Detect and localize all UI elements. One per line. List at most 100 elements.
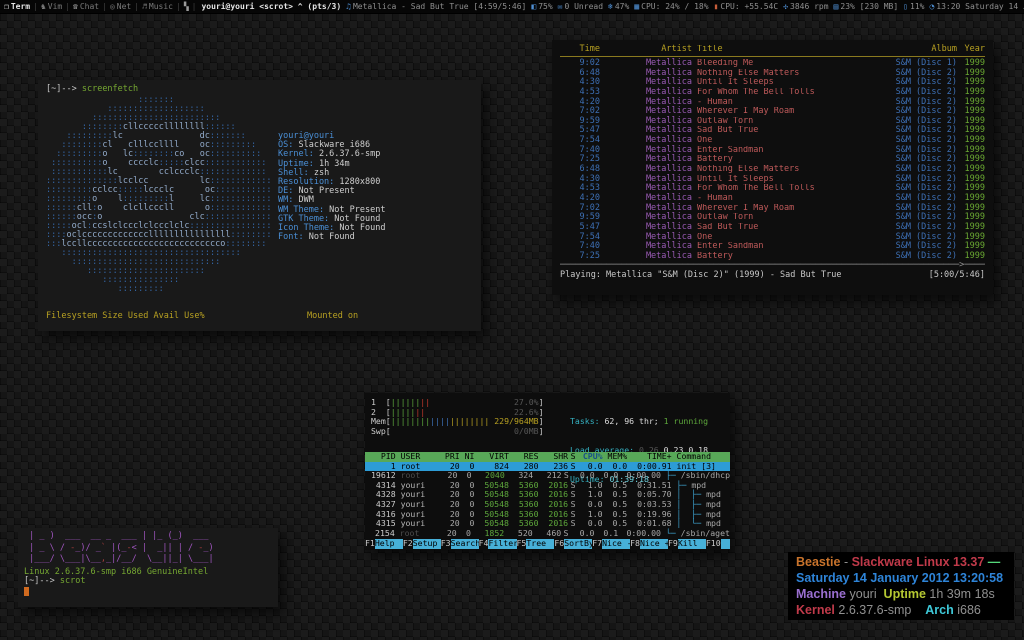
status-clock-text: 13:20 Saturday 14 January (936, 0, 1024, 14)
process-row[interactable]: 2154root2001852520460S0.00.10:00.00└─ /s… (365, 529, 730, 539)
beastie-ascii-art: | _ ) ___ __ _ ___ | |_ (_) ___ | _ \ / … (24, 531, 272, 566)
sidebar-tag-term[interactable]: ❐Term (4, 0, 30, 14)
status-bar: ♫Metallica - Sad But True [4:59/5:46] ◧75… (341, 0, 1024, 14)
status-volume: ◧75% (531, 0, 552, 14)
sidebar-tag-music[interactable]: ♬Music (142, 0, 173, 14)
col-year: Year (957, 45, 985, 55)
fkey-f3[interactable]: F3 (441, 539, 451, 549)
track-album: S&M (Disc 2) (896, 252, 957, 262)
fkey-f8[interactable]: F8 (630, 539, 640, 549)
track-year: 1999 (957, 252, 985, 262)
cursor-line (24, 587, 272, 599)
meter-value: 0/0MB (514, 426, 539, 436)
status-memory: ▤23% [230 MB] (834, 0, 899, 14)
track-title: - Human (692, 194, 896, 204)
fkey-f2-label[interactable]: Setup (413, 539, 441, 549)
track-title: Until It Sleeps (692, 78, 896, 88)
fkey-f5-label[interactable]: Tree (526, 539, 554, 549)
col-artist: Artist (600, 45, 692, 55)
track-title: For Whom The Bell Tolls (692, 184, 896, 194)
fkey-f7[interactable]: F7 (592, 539, 602, 549)
status-fan-text: 3846 rpm (790, 0, 829, 14)
proc-cpu: 0.0 (571, 529, 595, 539)
meter-bar: ||||| (391, 407, 416, 417)
fkey-f4[interactable]: F4 (479, 539, 489, 549)
sidebar-tag-net[interactable]: ◎Net (110, 0, 131, 14)
prompt-line: [~]--> screenfetch (46, 85, 473, 94)
chat-icon: ☎ (73, 2, 78, 11)
terminal-music-player[interactable]: Time Artist Title Album Year 9:02Metalli… (552, 40, 993, 295)
memory-icon: ▤ (834, 0, 839, 14)
status-now-playing-text: Metallica - Sad But True [4:59/5:46] (353, 0, 526, 14)
fkey-f10[interactable]: F10 (706, 539, 721, 549)
shell-prompt: [~]--> (24, 576, 55, 586)
track-title: Bleeding Me (692, 59, 896, 69)
status-memory-text: 23% [230 MB] (840, 0, 898, 14)
command-text: /sbin/aget (681, 528, 730, 538)
fkey-f9-label[interactable]: Kill (678, 539, 706, 549)
meter-bar: |||||||| (450, 416, 489, 426)
conky-kernel-line: Kernel 2.6.37.6-smp Arch i686 (796, 602, 1006, 618)
track-artist: Metallica (600, 252, 692, 262)
fkey-f10-label[interactable] (721, 539, 730, 549)
cpu-usage-icon: ▦ (634, 0, 639, 14)
tree-branch: ├─ (677, 480, 692, 490)
tag-label: Term (11, 2, 30, 11)
track-title: Wherever I May Roam (692, 107, 896, 117)
df-header: Filesystem Size Used Avail Use% Mounted … (46, 312, 358, 321)
terminal-beastie[interactable]: | _ ) ___ __ _ ___ | |_ (_) ___ | _ \ / … (18, 528, 278, 607)
track-title: Enter Sandman (692, 146, 896, 156)
status-mail: ✉0 Unread (558, 0, 603, 14)
fkey-f5[interactable]: F5 (517, 539, 527, 549)
proc-pri: 20 (438, 529, 457, 539)
fkey-f7-label[interactable]: Nice - (602, 539, 630, 549)
tree-branch: ├─ (666, 470, 681, 480)
shell-prompt: [~]--> (46, 84, 77, 94)
status-battery-text: 11% (910, 0, 924, 14)
system-info-line: Font: Not Found (278, 233, 385, 242)
track-title: One (692, 136, 896, 146)
track-title: Wherever I May Roam (692, 204, 896, 214)
sidebar-tag-vim[interactable]: ♞Vim (41, 0, 62, 14)
desktop: ❐Term|♞Vim|☎Chat|◎Net|♬Music|▚| youri@yo… (0, 0, 1024, 640)
prompt-line: [~]--> scrot (24, 577, 272, 587)
command-text: mpd (706, 489, 721, 499)
fkey-f4-label[interactable]: Filter (488, 539, 516, 549)
fkey-f1[interactable]: F1 (365, 539, 375, 549)
fkey-f1-label[interactable]: Help (375, 539, 403, 549)
status-fan: ✣3846 rpm (783, 0, 828, 14)
proc-mem: 0.1 (594, 529, 618, 539)
sidebar-tag-chat[interactable]: ☎Chat (73, 0, 99, 14)
fkey-f3-label[interactable]: Search (451, 539, 479, 549)
track-title: Battery (692, 252, 896, 262)
fkey-f6[interactable]: F6 (554, 539, 564, 549)
conky-widget: Beastie - Slackware Linux 13.37 — Saturd… (788, 552, 1014, 620)
slackware-ascii-logo: ::::::: ::::::::::::::::::: ::::::::::::… (46, 96, 272, 294)
tag-label: Music (149, 2, 173, 11)
track-position: [5:00/5:46] (929, 271, 985, 281)
proc-res: 520 (504, 529, 533, 539)
proc-state: S (561, 529, 570, 539)
playlist-header: Time Artist Title Album Year (560, 45, 985, 57)
terminal-screenfetch[interactable]: [~]--> screenfetch ::::::: :::::::::::::… (38, 80, 481, 331)
conky-machine-line: Machine youri Uptime 1h 39m 18s (796, 586, 1006, 602)
fkey-f6-label[interactable]: SortBy (564, 539, 592, 549)
mail-icon: ✉ (558, 0, 563, 14)
playlist-track-row[interactable]: 7:25MetallicaBatteryS&M (Disc 2)1999 (560, 252, 985, 262)
meter-value: 22.6% (514, 407, 539, 417)
track-title: Until It Sleeps (692, 175, 896, 185)
fkey-f9[interactable]: F9 (668, 539, 678, 549)
status-mail-text: 0 Unread (564, 0, 603, 14)
status-now-playing: ♫Metallica - Sad But True [4:59/5:46] (346, 0, 526, 14)
tag-separator: | (134, 0, 139, 14)
track-time: 7:25 (560, 252, 600, 262)
col-time: Time (560, 45, 600, 55)
track-title: - Human (692, 98, 896, 108)
status-snowflake-text: 47% (615, 0, 629, 14)
fkey-f8-label[interactable]: Nice + (640, 539, 668, 549)
fkey-f2[interactable]: F2 (403, 539, 413, 549)
function-key-bar: F1HelpF2SetupF3SearchF4FilterF5TreeF6Sor… (365, 539, 730, 549)
terminal-htop[interactable]: 1[|||||||| 27.0%]2[||||||| 22.6%]Mem[|||… (365, 393, 730, 550)
music-icon: ♬ (142, 2, 147, 11)
meter-label: Swp (371, 427, 386, 437)
